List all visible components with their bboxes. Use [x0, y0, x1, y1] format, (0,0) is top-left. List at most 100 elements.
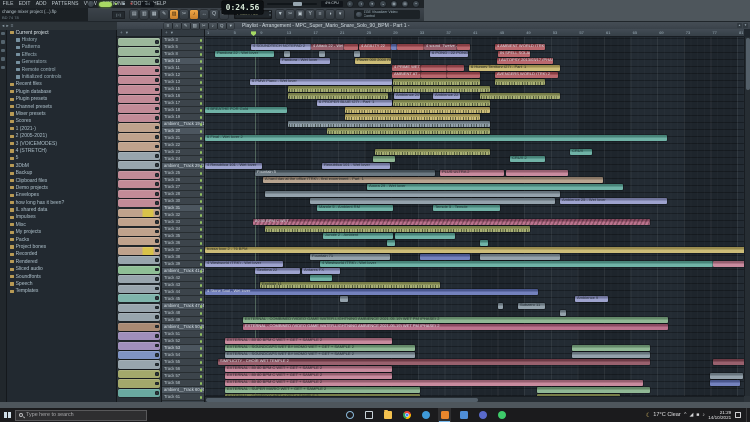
- browser-item-remote-control[interactable]: Remote control: [7, 66, 116, 73]
- playlist-clip[interactable]: [420, 254, 470, 260]
- clip-lanes[interactable]: 4 SOUNDTECH NOTEPAD 24 Attack 22 - Wet4 …: [205, 37, 744, 396]
- playlist-clip[interactable]: [319, 51, 325, 57]
- mute-icon[interactable]: [155, 325, 159, 329]
- mute-icon[interactable]: [155, 306, 159, 310]
- vertical-scrollbar[interactable]: [744, 37, 750, 396]
- picker-item-smb-copsta3-pro[interactable]: SMB_copsta3_pro: [118, 304, 160, 312]
- picker-item-momo-2-in-jr-drm[interactable]: MOMO 2 - IN JR DRM: [118, 114, 160, 122]
- track-mute-led[interactable]: [200, 396, 202, 398]
- playlist-clip[interactable]: Agora 29 - Wet lover: [367, 184, 623, 190]
- playlist-clip[interactable]: 4 AMBIENT WORLD (TRK) 2: [495, 44, 545, 50]
- mute-icon[interactable]: [155, 382, 159, 386]
- pencil-icon[interactable]: ✎: [182, 23, 190, 30]
- track-header-track-49[interactable]: Track 49: [162, 317, 204, 324]
- playlist-clip[interactable]: [327, 128, 490, 134]
- track-header-track-23[interactable]: Track 23: [162, 149, 204, 156]
- picker-item-sound-caps-wet[interactable]: SOUND CAPS - WET: [118, 38, 160, 46]
- browser-item-effects[interactable]: Effects: [7, 51, 116, 58]
- tray-icon[interactable]: ■: [696, 412, 699, 418]
- track-header-track-43[interactable]: Track 43: [162, 282, 204, 289]
- track-mute-led[interactable]: [200, 95, 202, 97]
- add-track-icon[interactable]: +: [165, 29, 168, 37]
- track-header-track-15[interactable]: Track 15: [162, 86, 204, 93]
- playlist-clip[interactable]: 6 Hungry Territory (27) - Part_1: [469, 65, 560, 71]
- track-header-track-56[interactable]: Track 56: [162, 366, 204, 373]
- track-header-ambient-track-47-4[interactable]: ambient__Track 47 (4): [162, 303, 204, 310]
- track-mute-led[interactable]: [200, 53, 202, 55]
- picker-item-bossa-loop-2-76[interactable]: bossa loop 2 - 76: [118, 247, 160, 255]
- playlist-clip[interactable]: Pandora - Wet lover: [280, 58, 330, 64]
- track-header-track-20[interactable]: Track 20: [162, 128, 204, 135]
- playlist-clip[interactable]: [375, 149, 490, 155]
- playlist-clip[interactable]: [480, 240, 488, 246]
- track-header-track-19[interactable]: Track 19: [162, 114, 204, 121]
- mute-icon[interactable]: [155, 116, 159, 120]
- track-header-track-3[interactable]: Track 3: [162, 37, 204, 44]
- mute-icon[interactable]: [155, 192, 159, 196]
- track-header-track-58[interactable]: Track 58: [162, 380, 204, 387]
- picker-item-momo-100-d-get-al[interactable]: MOMO - 100 D GET AL: [118, 95, 160, 103]
- browser-item-templates[interactable]: Templates: [7, 288, 116, 295]
- picker-item-sharcas-final-def[interactable]: SHARCAS - FINAL DEF: [118, 152, 160, 160]
- playlist-clip[interactable]: 4 AGILITY 22: [359, 44, 391, 50]
- track-header-ambient-track-19-1[interactable]: ambient__Track 19 (1): [162, 121, 204, 128]
- weather-widget[interactable]: ☾ 17°C Clear: [646, 412, 681, 419]
- picker-item-snow-pour-tellica-64[interactable]: snow pour tellica_64: [118, 323, 160, 331]
- browser-item-project-bones[interactable]: Project bones: [7, 243, 116, 250]
- browser-item-mixer-presets[interactable]: Mixer presets: [7, 110, 116, 117]
- playlist-clip[interactable]: Ambience 9: [575, 296, 608, 302]
- track-mute-led[interactable]: [200, 305, 202, 307]
- browser-category-strip[interactable]: [0, 29, 7, 402]
- browser-item-backup[interactable]: Backup: [7, 169, 116, 176]
- menu-patterns[interactable]: PATTERNS: [49, 0, 81, 8]
- scissors-tool-icon[interactable]: ✂: [286, 10, 294, 19]
- playlist-clip[interactable]: EXTERNAL - GAMEBOY WET + GET + SAMPLE 2: [225, 394, 420, 396]
- playlist-clip[interactable]: SIMPLICITY - CHOIR WET TEMPLE 2: [218, 359, 650, 365]
- browser-item-current-project[interactable]: Current project: [7, 29, 116, 36]
- track-header-track-27[interactable]: Track 27: [162, 184, 204, 191]
- playlist-up-button[interactable]: ▲: [737, 23, 742, 28]
- browser-item-3dbm[interactable]: 3DbM: [7, 162, 116, 169]
- pattern-selector-arrows[interactable]: ▲▼: [268, 10, 272, 19]
- taskbar-cortana[interactable]: [343, 408, 356, 422]
- mute-icon[interactable]: ♪: [209, 23, 217, 30]
- browser-item-1-2021[interactable]: 1 (2021-): [7, 125, 116, 132]
- mute-icon[interactable]: [155, 173, 159, 177]
- playlist-clip[interactable]: [560, 310, 566, 316]
- playlist-clip[interactable]: 4 Stone Soul - Wet lover: [205, 289, 538, 295]
- mute-icon[interactable]: [155, 182, 159, 186]
- mute-tool-icon[interactable]: ♪: [190, 10, 198, 19]
- track-header-track-17[interactable]: Track 17: [162, 100, 204, 107]
- taskbar-search[interactable]: Type here to search: [15, 410, 147, 421]
- mute-icon[interactable]: [155, 363, 159, 367]
- playlist-clip[interactable]: 4 BREATHE FOR Gold: [205, 107, 287, 113]
- category-icon[interactable]: [1, 40, 4, 43]
- playlist-clip[interactable]: bossa loop 2 - 76 BPM: [205, 247, 744, 253]
- track-header-ambient-track-60-6[interactable]: ambient__Track 60 (6): [162, 387, 204, 394]
- track-mute-led[interactable]: [200, 361, 202, 363]
- record-button[interactable]: ●: [130, 1, 133, 7]
- mute-icon[interactable]: [155, 353, 159, 357]
- track-mute-led[interactable]: [200, 179, 202, 181]
- loop-tool-icon[interactable]: ▦: [150, 10, 158, 19]
- loop-record-icon[interactable]: ◒: [380, 1, 386, 7]
- track-mute-led[interactable]: [200, 172, 202, 174]
- playlist-clip[interactable]: [288, 93, 388, 99]
- playlist-clip[interactable]: [344, 44, 358, 50]
- track-mute-led[interactable]: [200, 130, 202, 132]
- browser-item-envelopes[interactable]: Envelopes: [7, 192, 116, 199]
- save-tool-icon[interactable]: ▼: [276, 10, 284, 19]
- mute-icon[interactable]: [155, 211, 159, 215]
- track-mute-led[interactable]: [200, 116, 202, 118]
- mute-icon[interactable]: [155, 239, 159, 243]
- track-header-track-45[interactable]: Track 45: [162, 296, 204, 303]
- track-mute-led[interactable]: [200, 375, 202, 377]
- playlist-clip[interactable]: [310, 198, 555, 204]
- track-header-track-11[interactable]: Track 11: [162, 65, 204, 72]
- menu-icon[interactable]: ≡: [164, 23, 172, 30]
- track-header-track-10[interactable]: Track 10: [162, 58, 204, 65]
- picker-item-temples-choir-al[interactable]: TEMPLES? - CHOIR AL: [118, 199, 160, 207]
- track-header-track-48[interactable]: Track 48: [162, 310, 204, 317]
- playlist-clip[interactable]: [345, 114, 480, 120]
- picker-item-17-acf-slap-fake[interactable]: 17_ACF_slap_fake: [118, 332, 160, 340]
